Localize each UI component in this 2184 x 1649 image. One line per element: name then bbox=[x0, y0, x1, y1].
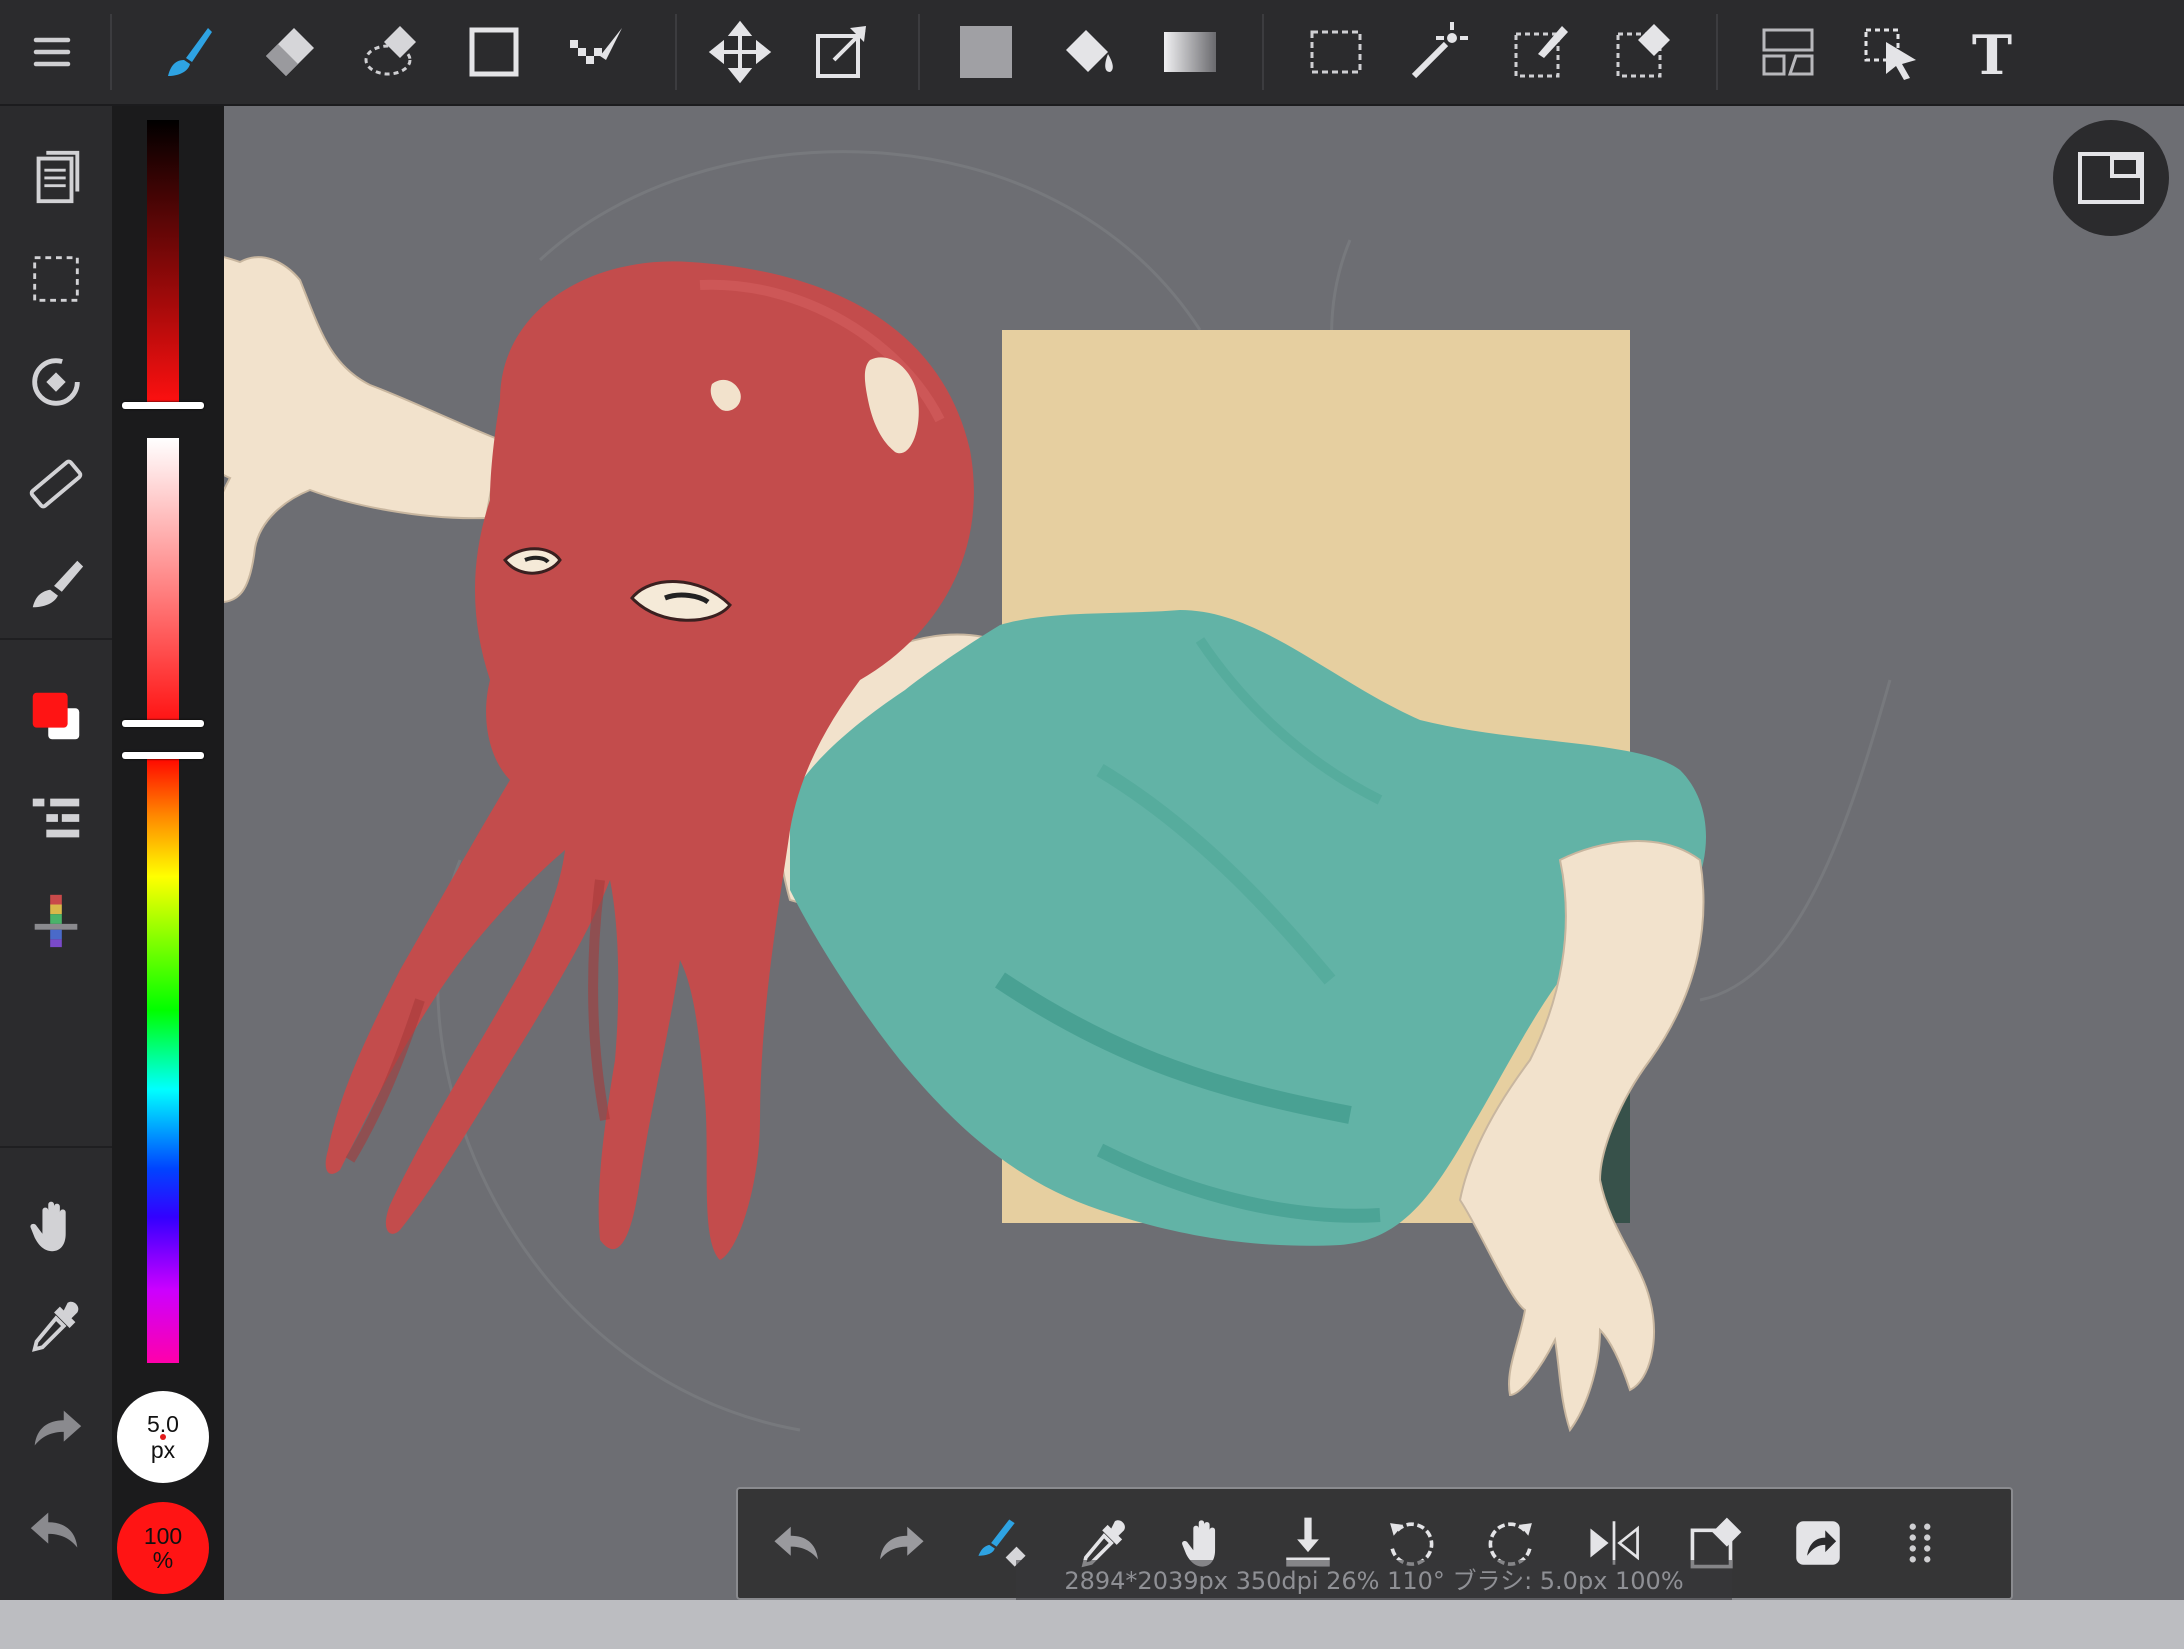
redo-button[interactable] bbox=[16, 1388, 96, 1468]
gradient-icon bbox=[1164, 32, 1216, 72]
layer-list-icon bbox=[32, 798, 80, 838]
brush-settings-button[interactable] bbox=[16, 542, 96, 622]
select-pen-button[interactable] bbox=[1500, 12, 1580, 92]
palette-button[interactable] bbox=[16, 880, 96, 960]
rotate-canvas-button[interactable] bbox=[16, 342, 96, 422]
ruler-icon bbox=[29, 459, 83, 509]
eraser-icon bbox=[266, 28, 314, 76]
magic-wand-icon bbox=[1411, 22, 1468, 79]
magic-wand-button[interactable] bbox=[1398, 12, 1478, 92]
brush-size-unit: px bbox=[150, 1437, 176, 1463]
transform-icon bbox=[816, 26, 866, 78]
eyedropper-icon bbox=[32, 1301, 79, 1352]
undo-button[interactable] bbox=[16, 1490, 96, 1570]
menu-button[interactable] bbox=[12, 12, 92, 92]
opacity-unit: % bbox=[152, 1547, 174, 1573]
more-button[interactable] bbox=[1884, 1507, 1956, 1579]
select-eraser-button[interactable] bbox=[1602, 12, 1682, 92]
eyedropper-button[interactable] bbox=[16, 1286, 96, 1366]
redo-icon bbox=[880, 1526, 924, 1560]
hue-slider-handle[interactable] bbox=[122, 752, 204, 759]
saturation-slider-handle[interactable] bbox=[122, 720, 204, 727]
quick-redo-button[interactable] bbox=[864, 1507, 936, 1579]
ruler-button[interactable] bbox=[16, 444, 96, 524]
undo-icon bbox=[774, 1526, 818, 1560]
svg-text:T: T bbox=[1972, 23, 2012, 84]
brightness-slider[interactable] bbox=[147, 120, 179, 405]
select-tool-button[interactable] bbox=[1296, 12, 1376, 92]
canvas-status-text: 2894*2039px 350dpi 26% 110° ブラシ: 5.0px 1… bbox=[1016, 1560, 1732, 1602]
brush-icon bbox=[168, 28, 212, 76]
select-eraser-icon bbox=[1616, 24, 1670, 78]
quick-undo-button[interactable] bbox=[762, 1507, 834, 1579]
panel-divide-button[interactable] bbox=[1748, 12, 1828, 92]
layers-icon bbox=[36, 150, 80, 204]
hamburger-menu-icon bbox=[33, 37, 71, 67]
move-tool-button[interactable] bbox=[700, 12, 780, 92]
operation-tool-button[interactable] bbox=[1850, 12, 1930, 92]
shape-tool-button[interactable] bbox=[454, 12, 534, 92]
opacity-value: 100 bbox=[143, 1523, 183, 1549]
palette-icon bbox=[34, 894, 78, 948]
brightness-slider-handle[interactable] bbox=[122, 402, 204, 409]
left-sidebar bbox=[0, 106, 112, 1600]
opacity-control[interactable]: 100 % bbox=[117, 1502, 209, 1594]
text-tool-button[interactable]: T bbox=[1952, 12, 2032, 92]
selection-eraser-button[interactable] bbox=[352, 12, 432, 92]
transform-tool-button[interactable] bbox=[802, 12, 882, 92]
move-icon bbox=[708, 20, 772, 84]
rotate-canvas-icon bbox=[32, 358, 80, 406]
dot-tool-button[interactable] bbox=[556, 12, 636, 92]
eraser-tool-button[interactable] bbox=[248, 12, 328, 92]
bucket-tool-button[interactable] bbox=[1048, 12, 1128, 92]
operation-cursor-icon bbox=[1864, 28, 1916, 80]
selection-icon bbox=[33, 256, 79, 302]
brush-settings-icon bbox=[32, 560, 84, 608]
top-toolbar: T bbox=[0, 0, 2184, 106]
window-layout-icon bbox=[2078, 152, 2144, 204]
hue-slider[interactable] bbox=[147, 755, 179, 1363]
color-swatch-button[interactable] bbox=[16, 676, 96, 756]
brush-size-control[interactable]: 5.0 px bbox=[117, 1391, 209, 1483]
grid-dots-icon bbox=[1909, 1523, 1931, 1563]
fill-color-icon bbox=[960, 26, 1012, 78]
paint-bucket-icon bbox=[1066, 30, 1113, 72]
bottom-strip bbox=[0, 1600, 2184, 1649]
canvas-artwork bbox=[53, 150, 1892, 1433]
gradient-tool-button[interactable] bbox=[1150, 12, 1230, 92]
color-swatch-icon bbox=[32, 692, 80, 740]
saturation-slider[interactable] bbox=[147, 438, 179, 725]
text-tool-icon: T bbox=[1972, 23, 2012, 84]
share-button[interactable] bbox=[1782, 1507, 1854, 1579]
layers-button[interactable] bbox=[16, 136, 96, 216]
panel-divide-icon bbox=[1762, 28, 1814, 76]
fill-tool-button[interactable] bbox=[946, 12, 1026, 92]
select-pen-icon bbox=[1514, 26, 1568, 78]
undo-icon bbox=[30, 1512, 78, 1548]
layer-list-button[interactable] bbox=[16, 778, 96, 858]
selection-button[interactable] bbox=[16, 239, 96, 319]
brush-tool-button[interactable] bbox=[148, 12, 228, 92]
rect-select-icon bbox=[1310, 30, 1362, 74]
share-icon bbox=[1796, 1521, 1840, 1565]
square-shape-icon bbox=[469, 27, 519, 77]
brush-size-value: 5.0 bbox=[147, 1411, 179, 1437]
dot-icon bbox=[570, 28, 622, 64]
hand-tool-button[interactable] bbox=[16, 1186, 96, 1266]
hand-icon bbox=[30, 1201, 66, 1252]
redo-icon bbox=[34, 1410, 82, 1446]
selection-eraser-icon bbox=[364, 26, 416, 76]
layout-toggle-button[interactable] bbox=[2053, 120, 2169, 236]
